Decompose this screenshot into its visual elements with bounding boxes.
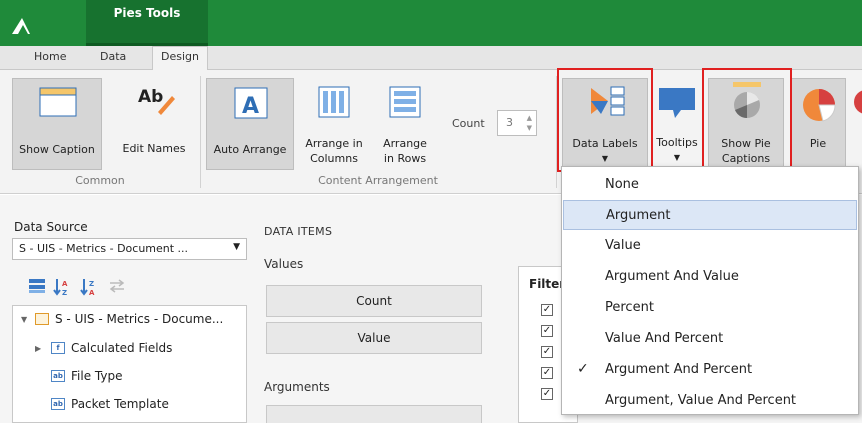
menu-item-argument-and-percent[interactable]: ✓ Argument And Percent: [563, 355, 857, 385]
show-caption-button[interactable]: Show Caption: [12, 78, 102, 170]
tab-design[interactable]: Design: [152, 46, 208, 71]
menu-item-value-and-percent[interactable]: Value And Percent: [563, 324, 857, 354]
calculated-field-icon: f: [51, 342, 65, 354]
auto-arrange-button[interactable]: A Auto Arrange: [206, 78, 294, 170]
text-field-icon: ab: [51, 370, 65, 382]
svg-text:Z: Z: [62, 289, 67, 296]
group-label-content-arrangement: Content Arrangement: [318, 174, 438, 187]
text-field-icon: ab: [51, 398, 65, 410]
columns-icon: [318, 86, 350, 118]
menu-item-none[interactable]: None: [563, 170, 857, 200]
data-labels-dropdown: None Argument Value Argument And Value P…: [561, 166, 859, 415]
menu-item-argument-value-and-percent[interactable]: Argument, Value And Percent: [563, 386, 857, 416]
pie-chart-icon: [803, 89, 836, 122]
auto-arrange-icon: A: [234, 87, 268, 119]
filter-checkbox[interactable]: ✓: [541, 304, 553, 316]
values-label: Values: [264, 257, 304, 271]
checkmark-icon: ✓: [577, 361, 589, 377]
data-items-title: DATA ITEMS: [264, 225, 333, 238]
argument-item[interactable]: [266, 405, 482, 423]
ribbon-tabs: Home Data Design: [0, 46, 862, 71]
context-tab-pies-tools: Pies Tools: [86, 0, 208, 46]
value-item-count[interactable]: Count: [266, 285, 482, 317]
arguments-label: Arguments: [264, 380, 330, 394]
dropdown-arrow-icon: ▼: [673, 153, 681, 162]
tooltips-button[interactable]: Tooltips ▼: [652, 78, 702, 170]
arrange-columns-label-2: Columns: [310, 152, 358, 165]
data-source-label: Data Source: [14, 220, 88, 234]
chevron-down-icon: ▼: [233, 242, 240, 252]
title-bar: Pies Tools: [0, 0, 862, 46]
count-label: Count: [452, 117, 485, 130]
pie-label: Pie: [809, 137, 827, 150]
tree-root[interactable]: S - UIS - Metrics - Docume...: [55, 312, 223, 326]
pie-button[interactable]: Pie: [790, 78, 846, 170]
svg-text:Ab: Ab: [138, 87, 163, 107]
edit-names-button[interactable]: Ab Edit Names: [112, 78, 196, 170]
arrange-in-rows-button[interactable]: Arrange in Rows: [374, 78, 436, 170]
app-logo-icon: [12, 18, 30, 34]
app-window: Pies Tools Home Data Design Show Caption…: [0, 0, 862, 423]
tooltip-icon: [659, 88, 695, 118]
spin-up-icon[interactable]: ▲: [527, 114, 532, 122]
svg-text:A: A: [89, 289, 95, 296]
field-tree: ▼ S - UIS - Metrics - Docume... ▶ f Calc…: [12, 305, 247, 423]
context-tab-label: Pies Tools: [113, 6, 181, 20]
highlight-show-pie-captions: [702, 68, 792, 172]
group-label-common: Common: [75, 174, 125, 187]
tab-data[interactable]: Data: [100, 50, 126, 63]
tree-item[interactable]: Calculated Fields: [71, 341, 172, 355]
edit-names-icon: Ab: [138, 87, 175, 115]
svg-text:A: A: [242, 94, 259, 119]
menu-item-argument[interactable]: Argument: [563, 200, 857, 230]
arrange-in-columns-button[interactable]: Arrange in Columns: [300, 78, 368, 170]
data-source-value: S - UIS - Metrics - Document ...: [19, 242, 189, 255]
count-value: 3: [506, 116, 513, 129]
menu-item-percent[interactable]: Percent: [563, 293, 857, 323]
menu-item-argument-and-value[interactable]: Argument And Value: [563, 262, 857, 292]
sort-ascending-icon[interactable]: A Z: [53, 278, 71, 296]
tooltips-label: Tooltips: [656, 136, 698, 149]
auto-arrange-label: Auto Arrange: [213, 143, 287, 156]
tab-home[interactable]: Home: [34, 50, 66, 63]
show-caption-label: Show Caption: [19, 143, 95, 156]
highlight-data-labels: [557, 68, 653, 172]
filter-checkbox[interactable]: ✓: [541, 367, 553, 379]
filter-checkbox[interactable]: ✓: [541, 388, 553, 400]
rows-icon: [389, 86, 421, 118]
data-source-icon: [35, 313, 49, 325]
group-separator: [200, 76, 201, 188]
expand-icon[interactable]: ▼: [21, 315, 27, 324]
sort-descending-icon[interactable]: Z A: [80, 278, 98, 296]
caption-icon: [39, 87, 77, 117]
swap-icon[interactable]: [108, 278, 126, 294]
tree-item[interactable]: Packet Template: [71, 397, 169, 411]
arrange-rows-label-2: in Rows: [383, 152, 427, 165]
collapse-icon[interactable]: ▶: [35, 344, 41, 353]
data-source-select[interactable]: S - UIS - Metrics - Document ... ▼: [12, 238, 247, 260]
menu-item-value[interactable]: Value: [563, 231, 857, 261]
spin-down-icon[interactable]: ▼: [527, 124, 532, 132]
arrange-rows-label-1: Arrange: [383, 137, 427, 150]
arrange-columns-label-1: Arrange in: [305, 137, 363, 150]
group-fields-icon[interactable]: [28, 278, 46, 294]
filter-checkbox[interactable]: ✓: [541, 346, 553, 358]
svg-text:Z: Z: [89, 280, 94, 288]
filter-title: Filter: [529, 277, 566, 291]
edit-names-label: Edit Names: [122, 142, 186, 155]
next-pie-icon: [854, 90, 862, 114]
tree-item[interactable]: File Type: [71, 369, 122, 383]
svg-text:A: A: [62, 280, 68, 288]
filter-checkbox[interactable]: ✓: [541, 325, 553, 337]
count-spinner[interactable]: 3 ▲ ▼: [497, 110, 537, 136]
value-item-value[interactable]: Value: [266, 322, 482, 354]
